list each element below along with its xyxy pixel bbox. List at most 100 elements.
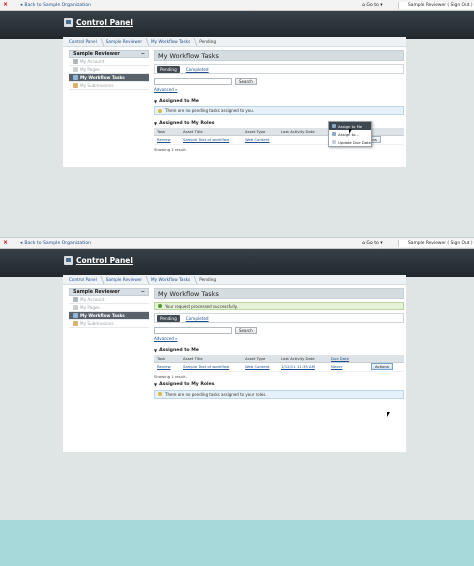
- breadcrumb-user[interactable]: Sample Reviewer: [103, 276, 145, 284]
- task-link[interactable]: Review: [154, 135, 180, 145]
- menu-item-label: Assign to Me: [338, 123, 363, 129]
- goto-label: Go to: [366, 241, 379, 246]
- tab-completed[interactable]: Completed: [183, 66, 212, 73]
- sidebar-item-my-account[interactable]: My Account: [69, 296, 149, 304]
- tab-pending[interactable]: Pending: [157, 314, 180, 322]
- close-icon[interactable]: ×: [3, 2, 9, 8]
- asset-type-link[interactable]: Web Content: [242, 135, 278, 145]
- column-header: Task: [154, 355, 180, 363]
- sidebar-title-label: Sample Reviewer: [73, 52, 120, 57]
- search-row: Search: [154, 326, 404, 334]
- section-label: Assigned to Me: [159, 347, 199, 353]
- assigned-to-me-header[interactable]: ▼ Assigned to Me: [154, 98, 404, 104]
- screenshot-before: × ◂ Back to Sample Organization ⌂ Go to ▾…: [0, 0, 474, 238]
- asset-title-link[interactable]: Sample Text of workflow: [180, 362, 242, 372]
- user-icon: [73, 59, 78, 64]
- calendar-icon: [332, 140, 336, 144]
- due-date-sort-header[interactable]: Due Date: [328, 355, 368, 363]
- breadcrumb-pending: Pending: [199, 38, 216, 44]
- mouse-cursor-icon: [349, 129, 352, 134]
- user-icon: [73, 297, 78, 302]
- goto-menu[interactable]: ⌂ Go to ▾: [362, 3, 383, 8]
- actions-button[interactable]: Actions: [371, 363, 393, 370]
- sidebar-item-my-workflow-tasks[interactable]: My Workflow Tasks: [69, 312, 149, 320]
- advanced-link[interactable]: Advanced »: [154, 336, 404, 342]
- user-menu[interactable]: Sample Reviewer ( Sign Out ): [398, 2, 474, 9]
- workflow-content: My Workflow Tasks Your request processed…: [154, 288, 404, 399]
- sidebar-item-my-pages[interactable]: My Pages: [69, 66, 149, 74]
- breadcrumb-control-panel[interactable]: Control Panel: [66, 276, 100, 284]
- main-panel: Control Panel Sample Reviewer My Workflo…: [63, 37, 406, 167]
- column-header: Asset Type: [242, 355, 278, 363]
- task-tabs: Pending Completed: [154, 313, 404, 323]
- sidebar-title: Sample Reviewer −: [69, 50, 149, 58]
- column-header: [368, 355, 404, 363]
- portlet-title: My Workflow Tasks: [154, 50, 404, 61]
- back-arrow-icon: ◂: [20, 241, 23, 246]
- menu-item-update-due-date[interactable]: Update Due Date: [329, 138, 371, 146]
- control-panel-title[interactable]: Control Panel: [76, 18, 133, 27]
- task-link[interactable]: Review: [154, 362, 180, 372]
- info-icon: [158, 392, 162, 396]
- assign-icon: [332, 124, 336, 128]
- no-role-tasks-message: There are no pending tasks assigned to y…: [154, 389, 404, 399]
- goto-menu[interactable]: ⌂ Go to ▾: [362, 241, 383, 246]
- collapse-icon[interactable]: −: [141, 51, 145, 58]
- screenshot-after: × ◂ Back to Sample Organization ⌂ Go to ▾…: [0, 238, 474, 520]
- assigned-to-roles-header[interactable]: ▼ Assigned to My Roles: [154, 382, 404, 388]
- sidebar-item-my-pages[interactable]: My Pages: [69, 304, 149, 312]
- last-activity-link[interactable]: 1/12/11 11:35 AM: [278, 362, 328, 372]
- sidebar-item-label: My Submissions: [80, 83, 114, 88]
- sidebar-item-my-account[interactable]: My Account: [69, 58, 149, 66]
- collapse-icon[interactable]: −: [141, 289, 145, 296]
- assigned-to-me-header[interactable]: ▼ Assigned to Me: [154, 347, 404, 353]
- success-message: Your request processed successfully.: [154, 302, 404, 310]
- menu-item-label: Update Due Date: [338, 139, 371, 145]
- search-input[interactable]: [154, 326, 232, 334]
- breadcrumb-user[interactable]: Sample Reviewer: [103, 38, 145, 46]
- breadcrumb-workflow-tasks[interactable]: My Workflow Tasks: [148, 38, 193, 46]
- breadcrumb: Control Panel Sample Reviewer My Workflo…: [63, 37, 406, 47]
- sidebar-item-label: My Account: [80, 59, 105, 64]
- workflow-icon: [73, 313, 78, 318]
- tab-completed[interactable]: Completed: [183, 315, 212, 322]
- breadcrumb: Control Panel Sample Reviewer My Workflo…: [63, 275, 406, 285]
- triangle-down-icon: ▼: [154, 382, 158, 387]
- back-link[interactable]: ◂ Back to Sample Organization: [20, 241, 91, 246]
- search-button[interactable]: Search: [235, 326, 257, 334]
- due-date-link[interactable]: Never: [328, 362, 368, 372]
- main-panel: Control Panel Sample Reviewer My Workflo…: [63, 275, 406, 452]
- sidebar-item-my-submissions[interactable]: My Submissions: [69, 82, 149, 90]
- submissions-icon: [73, 321, 78, 326]
- column-header: Asset Title: [180, 128, 242, 136]
- background-band: [0, 520, 474, 566]
- goto-label: Go to: [366, 3, 379, 8]
- control-panel-header: Control Panel: [0, 249, 474, 277]
- triangle-down-icon: ▼: [154, 120, 158, 126]
- asset-title-link[interactable]: Sample Text of workflow: [180, 135, 242, 145]
- search-input[interactable]: [154, 77, 232, 85]
- check-icon: [158, 304, 162, 308]
- last-activity-cell: [278, 135, 326, 145]
- control-panel-icon: [64, 256, 73, 265]
- breadcrumb-workflow-tasks[interactable]: My Workflow Tasks: [148, 276, 193, 284]
- search-row: Search: [154, 77, 404, 85]
- user-menu[interactable]: Sample Reviewer ( Sign Out ): [398, 240, 474, 247]
- info-text: There are no pending tasks assigned to y…: [165, 391, 267, 397]
- info-icon: [158, 108, 162, 113]
- tab-pending[interactable]: Pending: [157, 65, 180, 73]
- triangle-down-icon: ▼: [154, 98, 158, 104]
- sidebar-item-my-submissions[interactable]: My Submissions: [69, 320, 149, 328]
- asset-type-link[interactable]: Web Content: [242, 362, 278, 372]
- breadcrumb-control-panel[interactable]: Control Panel: [66, 38, 100, 46]
- search-button[interactable]: Search: [235, 77, 257, 85]
- sidebar-item-my-workflow-tasks[interactable]: My Workflow Tasks: [69, 74, 149, 82]
- results-count: Showing 1 result.: [154, 146, 187, 152]
- back-arrow-icon: ◂: [20, 3, 23, 8]
- close-icon[interactable]: ×: [3, 240, 9, 246]
- back-link[interactable]: ◂ Back to Sample Organization: [20, 3, 91, 8]
- section-label: Assigned to My Roles: [159, 120, 215, 126]
- advanced-link[interactable]: Advanced »: [154, 87, 404, 93]
- mouse-cursor-icon: [387, 412, 390, 417]
- control-panel-title[interactable]: Control Panel: [76, 256, 133, 265]
